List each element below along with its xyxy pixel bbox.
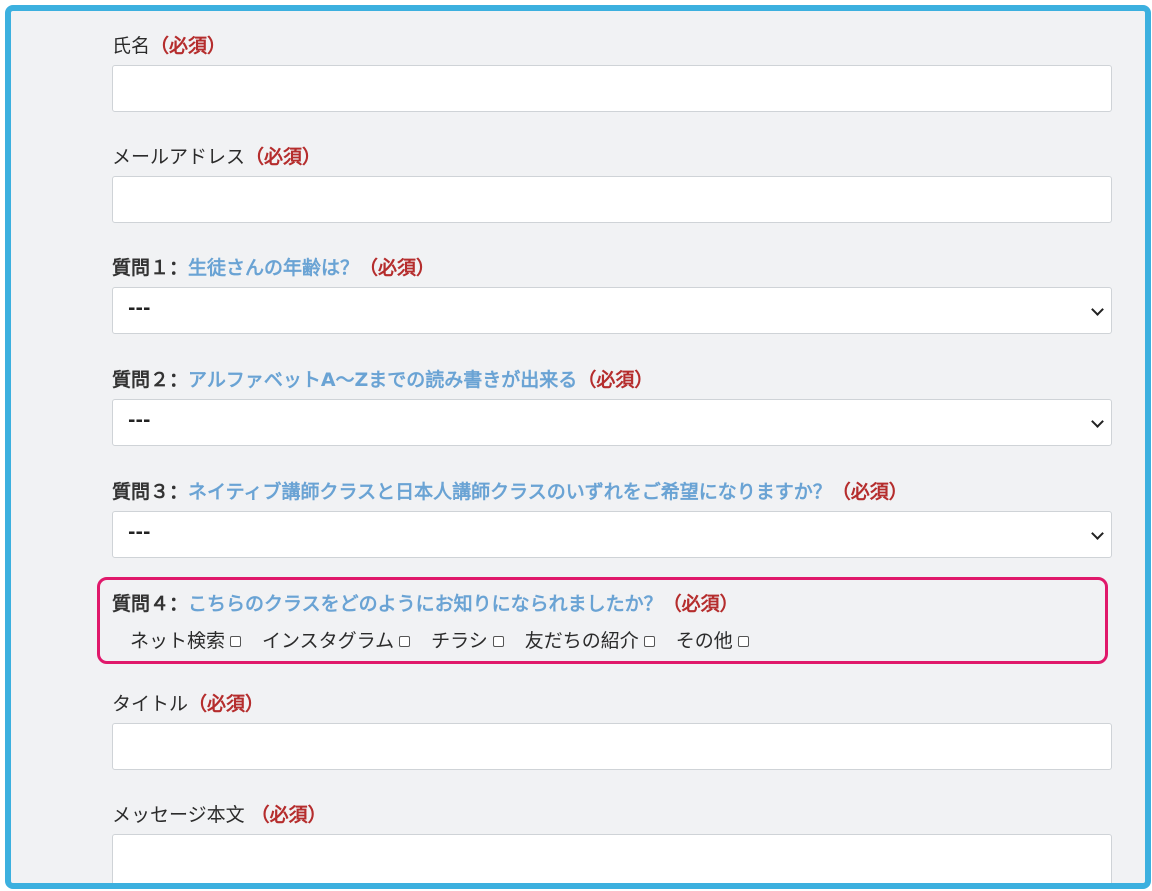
option-flyer[interactable]: チラシ [431,626,504,653]
question-2-label: 質問２：アルファベットA～Zまでの読み書きが出来る（必須） [112,369,654,391]
title-field-group: タイトル（必須） [112,691,1112,770]
form-frame: 氏名（必須） メールアドレス（必須） 質問１：生徒さんの年齢は？（必須） ---… [5,5,1151,889]
required-mark: （必須） [662,593,739,615]
required-mark: （必須） [188,693,265,715]
message-textarea[interactable] [112,834,1112,883]
option-friend-referral[interactable]: 友だちの紹介 [525,626,655,653]
question-2-select[interactable]: --- [112,399,1112,446]
question-3-selected-value: --- [128,522,151,543]
email-label: メールアドレス（必須） [112,146,322,168]
checkbox[interactable] [643,635,655,647]
option-net-search[interactable]: ネット検索 [130,626,242,653]
required-mark: （必須） [359,257,436,279]
required-mark: （必須） [250,804,327,826]
checkbox[interactable] [399,635,411,647]
option-other[interactable]: その他 [676,626,749,653]
question-2-group: 質問２：アルファベットA～Zまでの読み書きが出来る（必須） --- [112,367,1112,446]
option-instagram[interactable]: インスタグラム [262,626,411,653]
name-input[interactable] [112,65,1112,112]
question-3-group: 質問３：ネイティブ講師クラスと日本人講師クラスのいずれをご希望になりますか？（必… [112,479,1112,558]
name-label: 氏名（必須） [112,35,227,57]
required-mark: （必須） [245,146,322,168]
title-label: タイトル（必須） [112,693,265,715]
email-field-group: メールアドレス（必須） [112,144,1112,223]
chevron-down-icon [1091,415,1104,428]
chevron-down-icon [1091,303,1104,316]
question-2-selected-value: --- [128,410,151,431]
checkbox[interactable] [492,635,504,647]
question-3-select[interactable]: --- [112,511,1112,558]
question-1-selected-value: --- [128,298,151,319]
email-input[interactable] [112,176,1112,223]
question-4-group: 質問４：こちらのクラスをどのようにお知りになられましたか？（必須） [112,591,1112,617]
required-mark: （必須） [150,35,227,57]
question-4-checkbox-group: ネット検索 インスタグラム チラシ 友だちの紹介 その他 [130,626,770,653]
checkbox[interactable] [230,635,242,647]
required-mark: （必須） [577,369,654,391]
question-4-label: 質問４：こちらのクラスをどのようにお知りになられましたか？（必須） [112,593,739,615]
question-1-label: 質問１：生徒さんの年齢は？（必須） [112,257,436,279]
message-field-group: メッセージ本文 （必須） [112,802,1112,883]
message-label: メッセージ本文 （必須） [112,804,327,826]
question-3-label: 質問３：ネイティブ講師クラスと日本人講師クラスのいずれをご希望になりますか？（必… [112,481,908,503]
required-mark: （必須） [831,481,908,503]
question-1-group: 質問１：生徒さんの年齢は？（必須） --- [112,255,1112,334]
checkbox[interactable] [737,635,749,647]
chevron-down-icon [1091,527,1104,540]
name-field-group: 氏名（必須） [112,33,1112,112]
title-input[interactable] [112,723,1112,770]
question-1-select[interactable]: --- [112,287,1112,334]
